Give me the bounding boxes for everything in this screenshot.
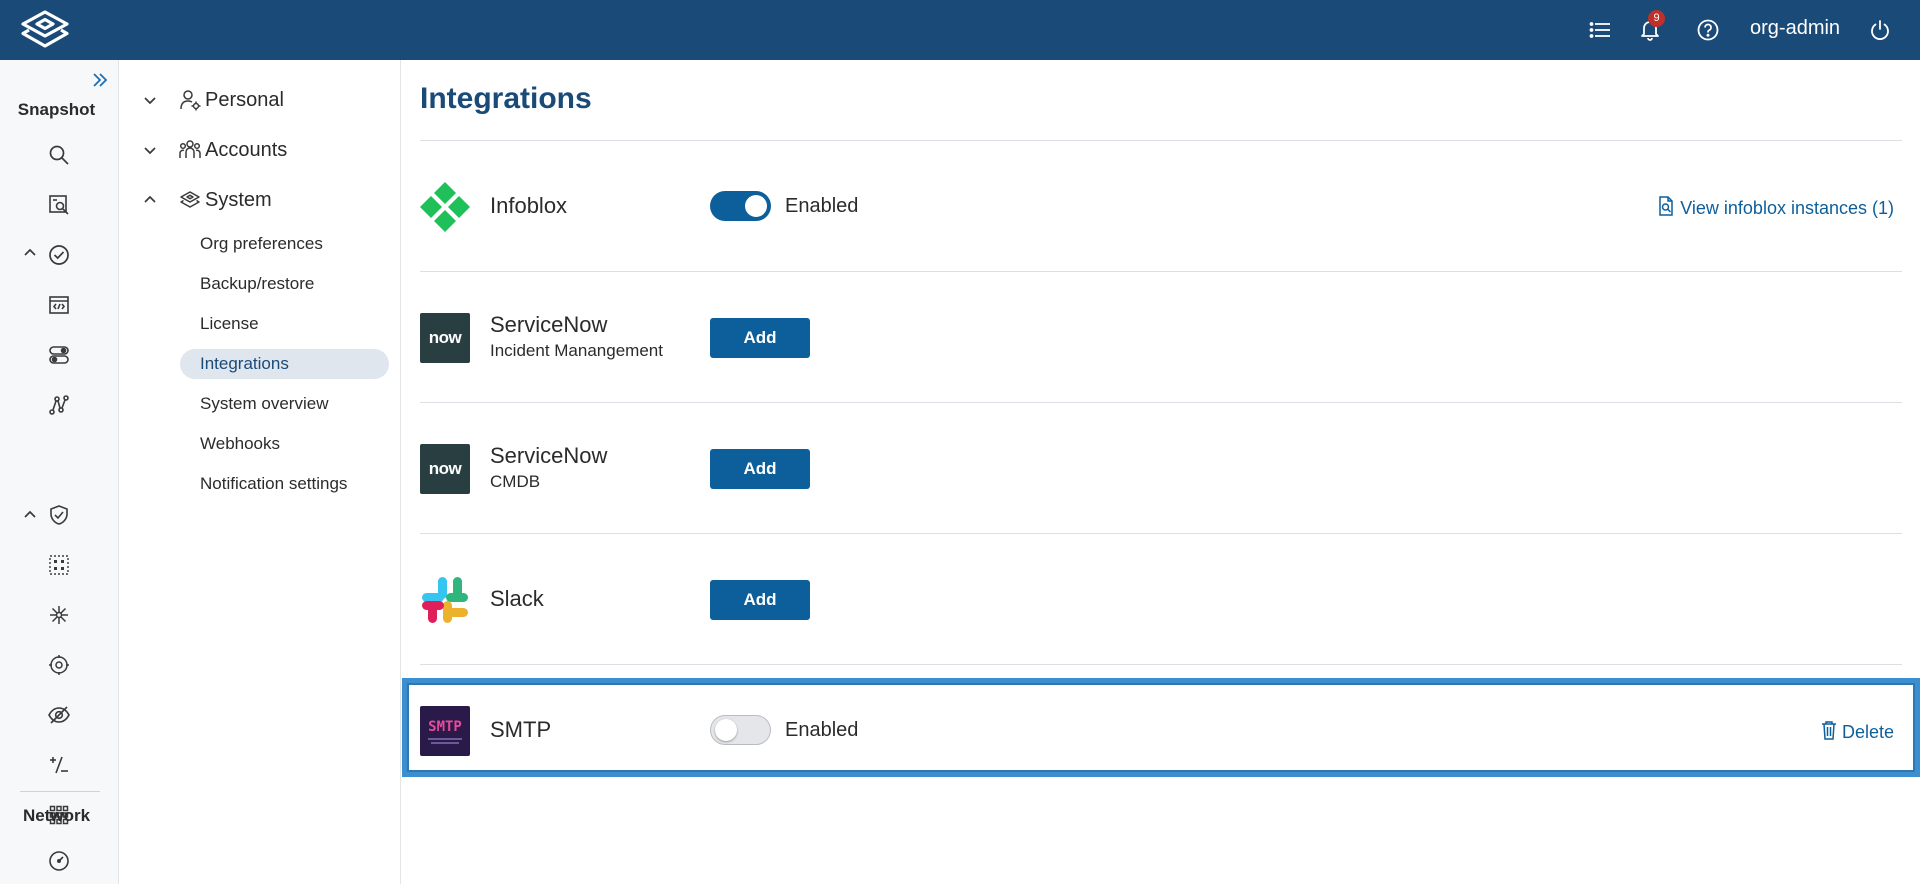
chevron-down-icon <box>142 92 158 108</box>
integration-row-slack: Slack Add <box>420 534 1902 664</box>
integration-row-infoblox: Infoblox Enabled View infoblox instances… <box>420 141 1902 271</box>
add-button[interactable]: Add <box>710 580 810 620</box>
toggle-label: Enabled <box>785 719 859 741</box>
smtp-logo-text: SMTP <box>428 718 462 735</box>
infoblox-logo <box>420 182 470 232</box>
logo-line <box>431 741 459 744</box>
user-menu[interactable]: org-admin <box>1750 17 1840 40</box>
integration-name: ServiceNow <box>490 443 608 468</box>
toggle-knob <box>715 719 737 741</box>
collapse-caret-icon[interactable] <box>22 507 38 523</box>
inventory-search-icon[interactable] <box>46 192 72 218</box>
nav-group-personal[interactable]: Personal <box>120 83 401 117</box>
top-bar: 9 org-admin <box>0 0 1920 60</box>
globe-gear-icon[interactable] <box>46 652 72 678</box>
nav-item-webhooks[interactable]: Webhooks <box>180 429 389 459</box>
trash-icon <box>1820 720 1838 745</box>
app-logo[interactable] <box>18 9 72 51</box>
left-rail: Snapshot Network <box>0 60 119 884</box>
servicenow-logo: now <box>420 313 470 363</box>
search-icon[interactable] <box>46 142 72 168</box>
rail-divider <box>20 791 100 792</box>
toggle-label: Enabled <box>785 195 859 217</box>
nav-item-notification-settings[interactable]: Notification settings <box>180 469 389 499</box>
integration-name: Slack <box>490 586 544 611</box>
view-instances-link[interactable]: View infoblox instances (1) <box>1656 196 1894 221</box>
smtp-logo: SMTP <box>420 706 470 756</box>
user-gear-icon <box>178 88 202 112</box>
nav-group-accounts[interactable]: Accounts <box>120 133 401 167</box>
enable-toggle[interactable] <box>710 191 771 221</box>
integration-subtitle: CMDB <box>490 472 541 491</box>
expand-rail-icon[interactable] <box>90 70 110 90</box>
integration-name: ServiceNow <box>490 312 608 337</box>
add-button[interactable]: Add <box>710 318 810 358</box>
nav-group-system[interactable]: System <box>120 183 401 217</box>
check-circle-icon[interactable] <box>46 242 72 268</box>
integration-name: Infoblox <box>490 193 568 218</box>
toggles-icon[interactable] <box>46 342 72 368</box>
nav-item-license[interactable]: License <box>180 309 389 339</box>
servicenow-logo-text: now <box>428 328 462 347</box>
grid-dots-icon[interactable] <box>46 552 72 578</box>
rail-section-snapshot: Snapshot <box>17 100 96 119</box>
chevron-up-icon <box>142 192 158 208</box>
servicenow-logo: now <box>420 444 470 494</box>
add-button[interactable]: Add <box>710 449 810 489</box>
enable-toggle[interactable] <box>710 715 771 745</box>
view-instances-label: View infoblox instances (1) <box>1680 198 1894 218</box>
integration-row-servicenow-incident: now ServiceNow Incident Manangement Add <box>420 272 1902 402</box>
collapse-caret-icon[interactable] <box>22 245 38 261</box>
power-icon[interactable] <box>1866 16 1894 44</box>
help-icon[interactable] <box>1694 16 1722 44</box>
dashboard-gauge-icon[interactable] <box>46 848 72 874</box>
rail-section-network: Network <box>22 806 91 825</box>
page-title: Integrations <box>420 82 592 115</box>
eye-icon[interactable] <box>46 702 72 728</box>
delete-link[interactable]: Delete <box>1820 720 1894 745</box>
nav-group-label: Personal <box>205 88 284 111</box>
nav-item-system-overview[interactable]: System overview <box>180 389 389 419</box>
settings-nav: Personal Accounts System Org preferences… <box>120 60 401 884</box>
nav-group-label: Accounts <box>205 138 288 161</box>
document-search-icon <box>1656 196 1676 221</box>
integration-row-smtp: SMTP SMTP Enabled Delete <box>420 665 1902 795</box>
list-icon[interactable] <box>1586 16 1614 44</box>
servicenow-logo-text: now <box>428 459 462 478</box>
plus-minus-icon[interactable] <box>46 752 72 778</box>
toggle-knob <box>745 195 767 217</box>
delete-label: Delete <box>1841 722 1894 742</box>
nav-group-label: System <box>205 188 272 211</box>
network-hub-icon[interactable] <box>46 602 72 628</box>
main-content: Integrations Infoblox Enabled View infob… <box>402 60 1920 884</box>
chevron-down-icon <box>142 142 158 158</box>
users-icon <box>178 138 202 162</box>
slack-logo <box>420 575 470 625</box>
path-icon[interactable] <box>46 392 72 418</box>
code-window-icon[interactable] <box>46 292 72 318</box>
nav-item-integrations[interactable]: Integrations <box>180 349 389 379</box>
logo-line <box>428 737 462 740</box>
integration-row-servicenow-cmdb: now ServiceNow CMDB Add <box>420 403 1902 533</box>
notification-badge: 9 <box>1648 10 1665 27</box>
layers-icon <box>178 188 202 212</box>
shield-check-icon[interactable] <box>46 502 72 528</box>
nav-item-org-preferences[interactable]: Org preferences <box>180 229 389 259</box>
nav-item-backup-restore[interactable]: Backup/restore <box>180 269 389 299</box>
integration-name: SMTP <box>490 717 552 742</box>
integration-subtitle: Incident Manangement <box>490 341 663 360</box>
